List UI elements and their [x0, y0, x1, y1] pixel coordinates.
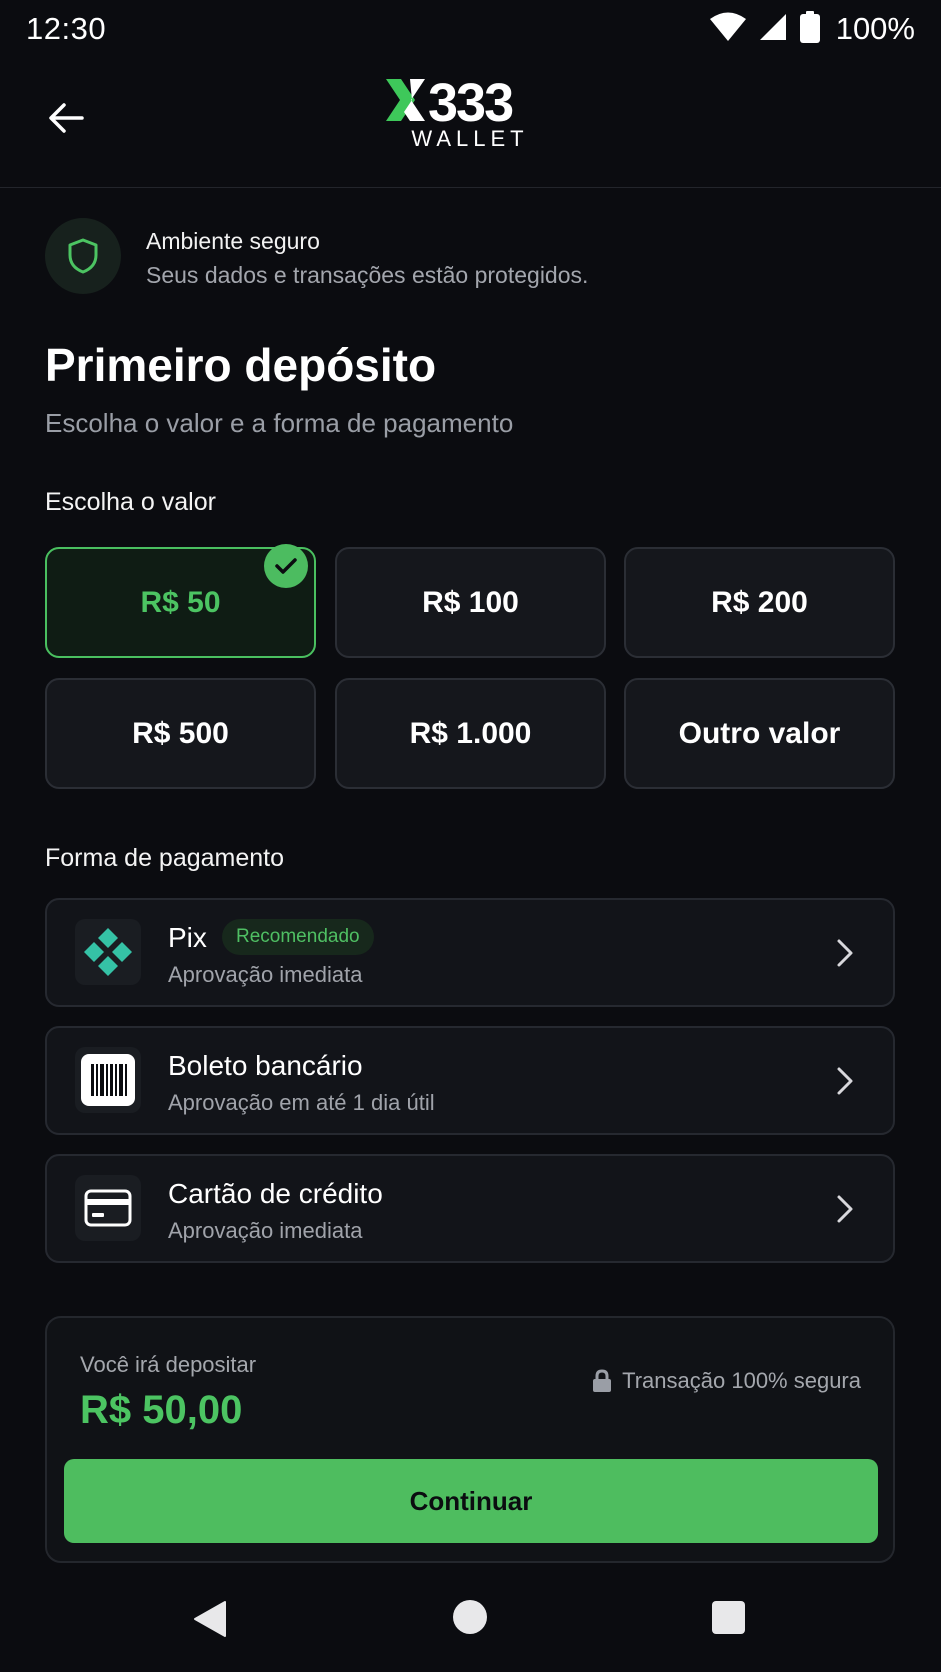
svg-text:333: 333	[428, 76, 513, 126]
system-nav-bar	[0, 1574, 941, 1672]
amount-label: R$ 100	[422, 585, 519, 619]
payment-method-credit-card[interactable]: Cartão de crédito Aprovação imediata	[45, 1154, 895, 1263]
status-time: 12:30	[26, 11, 107, 46]
payment-title: Cartão de crédito	[168, 1178, 383, 1209]
amount-label: R$ 500	[132, 716, 229, 750]
deposit-label: Você irá depositar	[80, 1352, 257, 1377]
amount-grid: R$ 50 R$ 100 R$ 200 R$ 500 R$ 1.000 Outr…	[45, 544, 895, 790]
amount-label: Outro valor	[678, 716, 841, 750]
secure-subtitle: Seus dados e transações estão protegidos…	[146, 262, 589, 288]
barcode-icon	[81, 1054, 135, 1106]
back-button[interactable]	[40, 96, 92, 140]
amount-label: R$ 1.000	[409, 716, 532, 750]
deposit-amount: R$ 50,00	[80, 1388, 243, 1432]
status-bar: 12:30 100%	[0, 0, 941, 58]
payment-title: Pix	[168, 922, 207, 953]
page-subtitle: Escolha o valor e a forma de pagamento	[45, 408, 514, 438]
amount-section-label: Escolha o valor	[45, 488, 216, 516]
shield-icon	[68, 238, 98, 274]
pix-icon-wrap	[75, 919, 141, 985]
continue-button[interactable]: Continuar	[64, 1459, 878, 1543]
payment-subtitle: Aprovação imediata	[168, 962, 363, 987]
payment-section-label: Forma de pagamento	[45, 844, 285, 872]
shield-icon-wrap	[45, 218, 121, 294]
nav-home-icon[interactable]	[453, 1600, 487, 1634]
page-title: Primeiro depósito	[45, 339, 437, 391]
status-icons: 100%	[709, 10, 915, 48]
payment-title: Boleto bancário	[168, 1050, 363, 1081]
nav-recent-apps-icon[interactable]	[712, 1601, 745, 1634]
app-header: 333 WALLET	[0, 58, 941, 188]
secure-title: Ambiente seguro	[146, 228, 320, 254]
chevron-right-icon	[837, 1195, 853, 1223]
chevron-right-icon	[837, 939, 853, 967]
battery-percent: 100%	[835, 11, 915, 46]
recommended-badge: Recomendado	[222, 919, 374, 955]
deposit-summary-card: Você irá depositar R$ 50,00 Transação 10…	[45, 1316, 895, 1563]
credit-card-icon	[84, 1189, 132, 1227]
amount-option-1000[interactable]: R$ 1.000	[335, 678, 606, 789]
credit-card-icon-wrap	[75, 1175, 141, 1241]
wifi-icon	[709, 12, 746, 47]
payment-method-boleto[interactable]: Boleto bancário Aprovação em até 1 dia ú…	[45, 1026, 895, 1135]
pix-icon	[84, 928, 132, 976]
nav-back-icon[interactable]	[193, 1600, 227, 1638]
check-icon	[264, 544, 308, 588]
battery-icon	[799, 10, 820, 48]
lock-icon	[593, 1369, 612, 1392]
chevron-right-icon	[837, 1067, 853, 1095]
amount-label: R$ 200	[711, 585, 808, 619]
secure-transaction-text: Transação 100% segura	[622, 1368, 861, 1393]
payment-subtitle: Aprovação em até 1 dia útil	[168, 1090, 435, 1115]
logo: 333 WALLET	[384, 73, 556, 176]
logo-wordmark: WALLET	[411, 126, 529, 151]
signal-icon	[758, 12, 788, 47]
payment-subtitle: Aprovação imediata	[168, 1218, 363, 1243]
amount-option-50[interactable]: R$ 50	[45, 544, 316, 658]
amount-option-500[interactable]: R$ 500	[45, 678, 316, 789]
amount-option-other[interactable]: Outro valor	[624, 678, 895, 789]
amount-option-200[interactable]: R$ 200	[624, 547, 895, 658]
secure-banner: Ambiente seguro Seus dados e transações …	[45, 218, 905, 294]
arrow-left-icon	[49, 103, 84, 133]
amount-label: R$ 50	[140, 585, 221, 619]
logo-mark: 333	[386, 73, 515, 133]
payment-method-pix[interactable]: Pix Recomendado Aprovação imediata	[45, 898, 895, 1007]
barcode-icon-wrap	[75, 1047, 141, 1113]
amount-option-100[interactable]: R$ 100	[335, 547, 606, 658]
secure-transaction-note: Transação 100% segura	[592, 1368, 861, 1394]
